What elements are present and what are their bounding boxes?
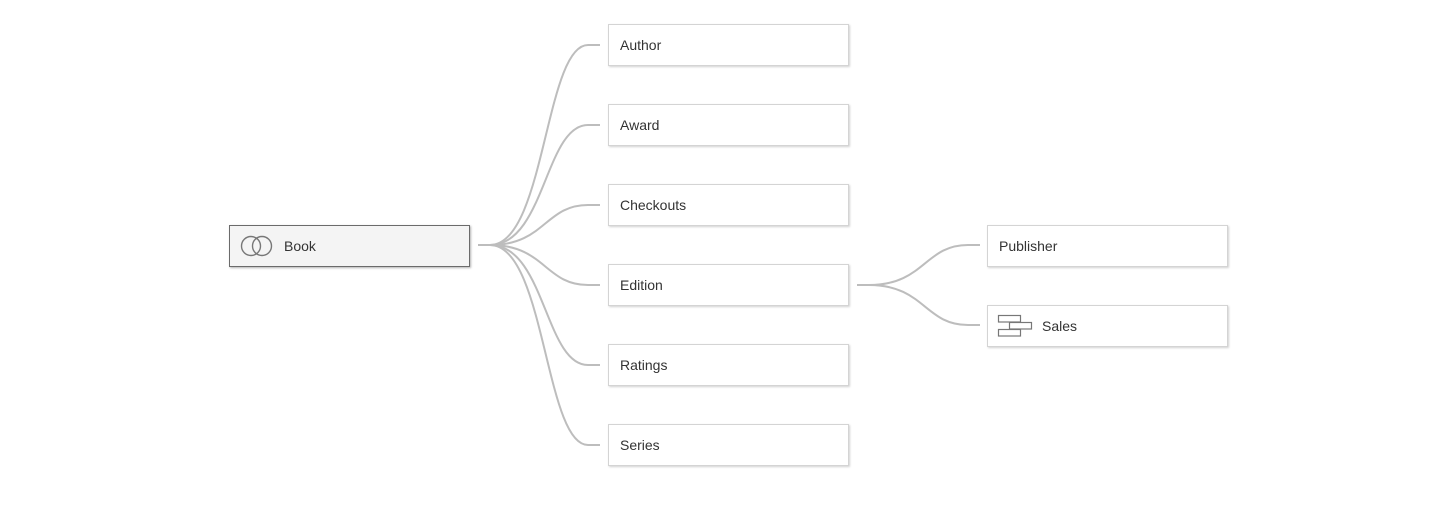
- table-node-sales[interactable]: Sales: [987, 305, 1228, 347]
- link-book-author[interactable]: [478, 44, 600, 246]
- node-label: Edition: [620, 277, 663, 293]
- table-node-publisher[interactable]: Publisher: [987, 225, 1228, 267]
- node-label: Book: [284, 238, 316, 254]
- node-label: Checkouts: [620, 197, 687, 213]
- link-edition-sales[interactable]: [857, 284, 980, 326]
- table-node-author[interactable]: Author: [608, 24, 849, 66]
- node-label: Series: [620, 437, 660, 453]
- link-edition-publisher[interactable]: [857, 244, 980, 286]
- node-label: Award: [620, 117, 660, 133]
- link-book-award[interactable]: [478, 124, 600, 246]
- link-book-checkouts[interactable]: [478, 204, 600, 246]
- table-node-award[interactable]: Award: [608, 104, 849, 146]
- link-book-series[interactable]: [478, 244, 600, 446]
- table-node-checkouts[interactable]: Checkouts: [608, 184, 849, 226]
- joined-tables-icon: [997, 314, 1033, 338]
- table-node-edition[interactable]: Edition: [608, 264, 849, 306]
- table-node-series[interactable]: Series: [608, 424, 849, 466]
- node-label: Sales: [1042, 318, 1078, 334]
- node-label: Author: [620, 37, 662, 53]
- node-label: Publisher: [999, 238, 1058, 254]
- table-node-ratings[interactable]: Ratings: [608, 344, 849, 386]
- table-node-book[interactable]: Book: [229, 225, 470, 267]
- node-label: Ratings: [620, 357, 668, 373]
- link-book-ratings[interactable]: [478, 244, 600, 366]
- link-book-edition[interactable]: [478, 244, 600, 286]
- union-circles-icon: [239, 235, 275, 257]
